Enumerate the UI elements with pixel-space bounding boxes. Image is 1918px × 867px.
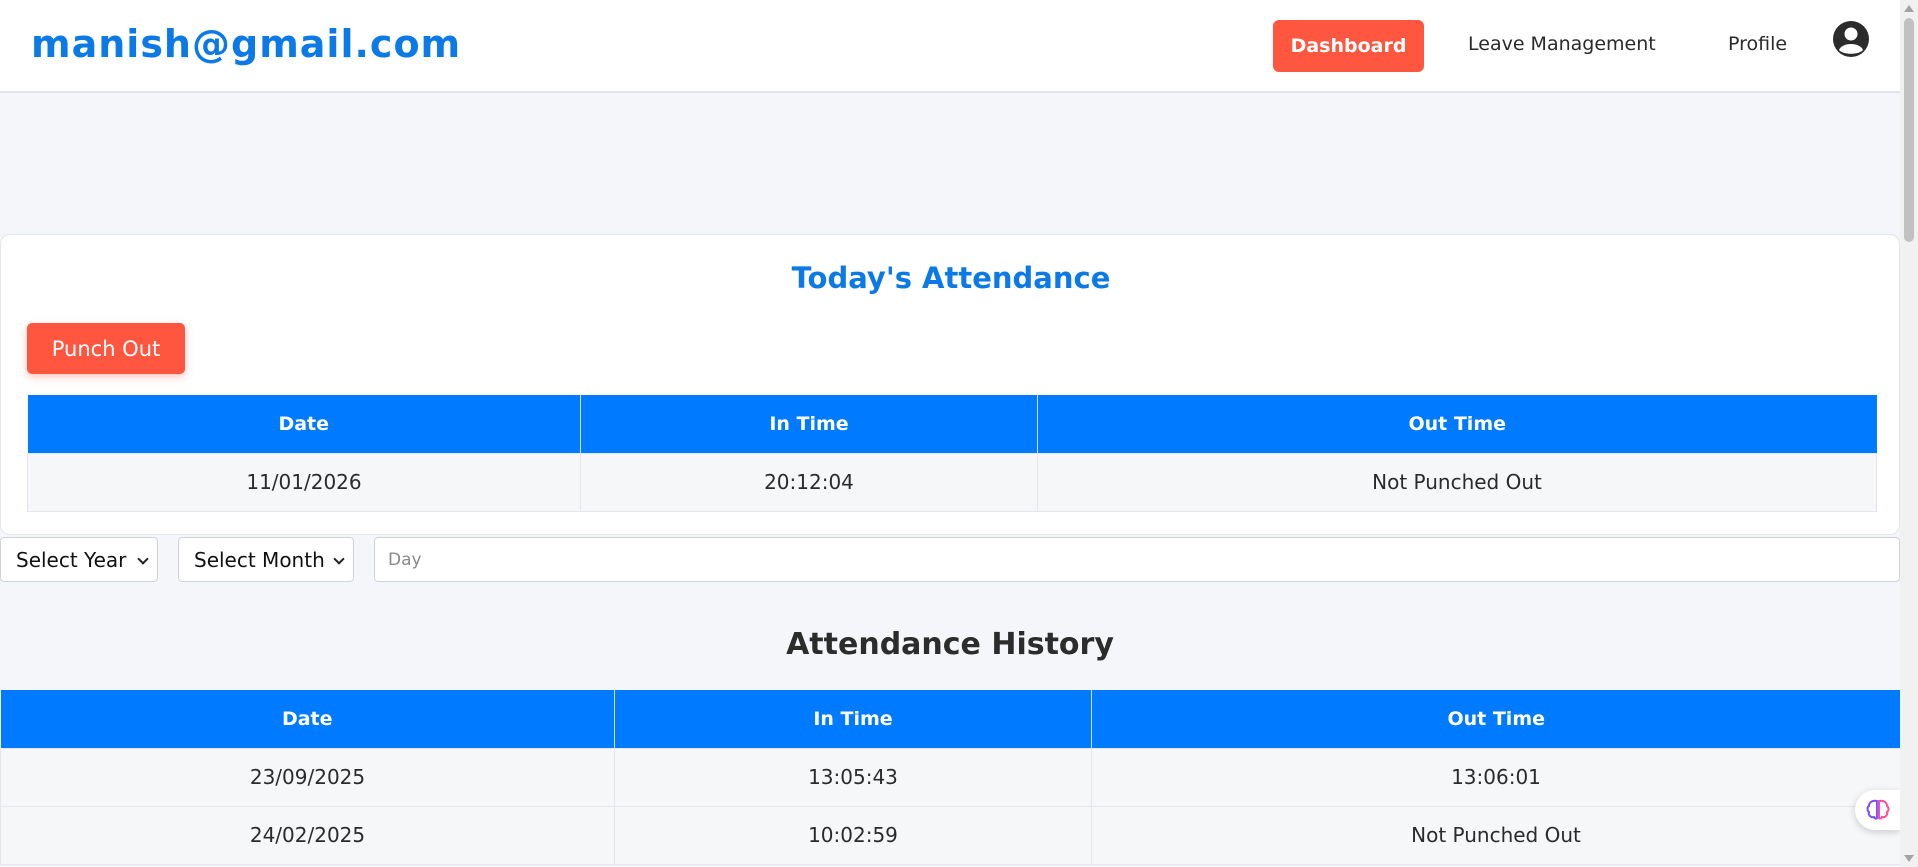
nav-dashboard-button[interactable]: Dashboard	[1273, 20, 1424, 72]
table-row: 24/02/2025 10:02:59 Not Punched Out	[0, 805, 1901, 865]
chevron-down-icon	[333, 553, 345, 565]
column-header-date: Date	[27, 395, 581, 453]
punch-out-button[interactable]: Punch Out	[27, 323, 185, 374]
column-header-date: Date	[0, 690, 615, 748]
user-avatar-icon[interactable]	[1832, 20, 1870, 58]
table-header-row: Date In Time Out Time	[27, 395, 1877, 453]
today-attendance-table: Date In Time Out Time 11/01/2026 20:12:0…	[27, 395, 1877, 512]
cell-in-time: 10:02:59	[614, 805, 1092, 865]
cell-out-time: Not Punched Out	[1091, 805, 1901, 865]
cell-out-time: 13:06:01	[1091, 747, 1901, 807]
attendance-history-title: Attendance History	[786, 627, 1114, 662]
top-navbar: manish@gmail.com Dashboard Leave Managem…	[0, 0, 1900, 93]
cell-out-time: Not Punched Out	[1037, 452, 1877, 512]
year-select[interactable]: Select Year	[0, 537, 158, 582]
month-select[interactable]: Select Month	[178, 537, 354, 582]
column-header-in-time: In Time	[580, 395, 1038, 453]
table-header-row: Date In Time Out Time	[0, 690, 1901, 748]
year-select-value: Select Year	[16, 547, 127, 572]
cell-date: 11/01/2026	[27, 452, 581, 512]
scroll-down-arrow-icon[interactable]	[1904, 855, 1914, 862]
today-attendance-card: Today's Attendance Punch Out Date In Tim…	[0, 234, 1900, 535]
column-header-in-time: In Time	[614, 690, 1092, 748]
brain-icon	[1866, 799, 1889, 820]
today-attendance-title: Today's Attendance	[791, 261, 1111, 295]
chevron-down-icon	[137, 553, 149, 565]
month-select-value: Select Month	[194, 547, 325, 572]
attendance-history-table: Date In Time Out Time 23/09/2025 13:05:4…	[0, 690, 1901, 865]
brand-email[interactable]: manish@gmail.com	[31, 22, 461, 66]
cell-date: 23/09/2025	[0, 747, 615, 807]
table-row: 11/01/2026 20:12:04 Not Punched Out	[27, 452, 1877, 512]
nav-profile-link[interactable]: Profile	[1728, 33, 1787, 55]
scroll-up-arrow-icon[interactable]	[1904, 5, 1914, 12]
cell-in-time: 20:12:04	[580, 452, 1038, 512]
scrollbar-thumb[interactable]	[1904, 18, 1914, 242]
assistant-widget-button[interactable]	[1855, 790, 1900, 830]
cell-date: 24/02/2025	[0, 805, 615, 865]
day-input[interactable]	[374, 537, 1900, 582]
column-header-out-time: Out Time	[1091, 690, 1901, 748]
cell-in-time: 13:05:43	[614, 747, 1092, 807]
page-scrollbar[interactable]	[1900, 0, 1918, 867]
nav-leave-management-link[interactable]: Leave Management	[1468, 33, 1656, 55]
table-row: 23/09/2025 13:05:43 13:06:01	[0, 747, 1901, 807]
column-header-out-time: Out Time	[1037, 395, 1877, 453]
